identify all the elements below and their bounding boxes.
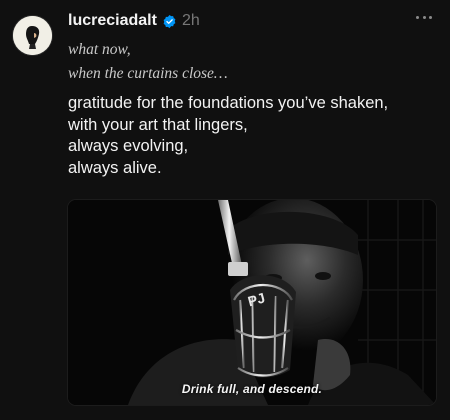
thread-post: lucreciadalt 2h what now, when the curta… — [0, 0, 450, 420]
quote-line: what now, — [68, 41, 131, 58]
body-line: gratitude for the foundations you’ve sha… — [68, 94, 389, 112]
post-header: lucreciadalt 2h — [68, 10, 200, 32]
avatar[interactable] — [13, 16, 52, 55]
post-quote: what now, when the curtains close… — [68, 38, 228, 86]
post-body: gratitude for the foundations you’ve sha… — [68, 93, 388, 179]
verified-badge-icon — [162, 14, 177, 29]
body-line: always alive. — [68, 158, 162, 177]
video-subtitle: Drink full, and descend. — [181, 382, 323, 396]
film-still-image: PJ — [68, 200, 436, 405]
post-timestamp: 2h — [181, 12, 200, 29]
body-line: with your art that lingers, — [68, 115, 248, 134]
quote-line: when the curtains close… — [68, 65, 228, 82]
more-horizontal-icon[interactable] — [414, 10, 434, 26]
post-image[interactable]: PJ Drink full, and descend. — [68, 200, 436, 405]
body-line: always evolving, — [68, 137, 189, 155]
username-link[interactable]: lucreciadalt — [68, 12, 157, 30]
